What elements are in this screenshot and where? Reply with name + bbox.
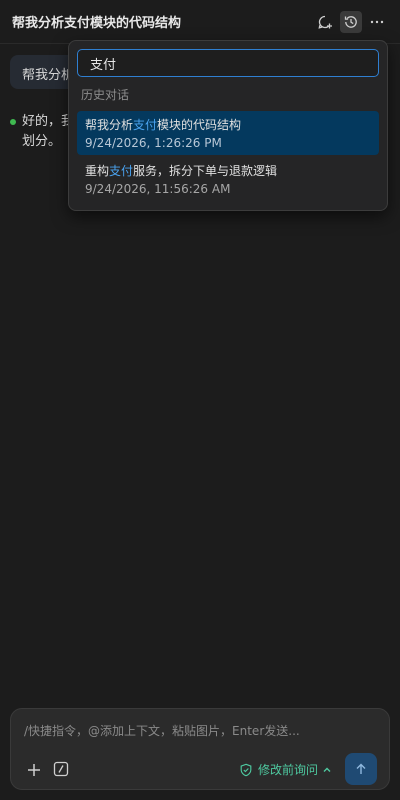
- search-match-highlight: 支付: [109, 164, 134, 178]
- message-composer[interactable]: /快捷指令，@添加上下文，粘贴图片，Enter发送... 修改前询问: [10, 708, 390, 790]
- history-item-title: 重构支付服务，拆分下单与退款逻辑: [85, 164, 278, 178]
- history-icon: [344, 15, 357, 28]
- assistant-message-text: 好的，我 划分。: [22, 112, 74, 152]
- history-item-date: 9/24/2026, 1:26:26 PM: [85, 136, 222, 150]
- slash-command-button[interactable]: [53, 761, 69, 777]
- history-button[interactable]: [340, 10, 362, 33]
- history-search-box[interactable]: [77, 49, 379, 77]
- mode-label: 修改前询问: [258, 763, 319, 777]
- history-item[interactable]: 重构支付服务，拆分下单与退款逻辑 9/24/2026, 11:56:26 AM: [77, 157, 379, 201]
- assistant-line-2: 划分。: [22, 134, 62, 149]
- composer-placeholder[interactable]: /快捷指令，@添加上下文，粘贴图片，Enter发送...: [24, 722, 300, 739]
- plus-icon: [28, 764, 40, 776]
- new-chat-button[interactable]: [314, 11, 336, 33]
- conversation-title: 帮我分析支付模块的代码结构: [12, 16, 182, 31]
- chevron-up-icon: [323, 767, 331, 772]
- history-item-title: 帮我分析支付模块的代码结构: [85, 118, 242, 132]
- top-bar: 帮我分析支付模块的代码结构: [0, 0, 400, 44]
- ask-before-edit-toggle[interactable]: 修改前询问: [239, 761, 337, 778]
- more-horizontal-icon: [370, 20, 384, 23]
- history-search-input[interactable]: [90, 55, 366, 71]
- history-item-date: 9/24/2026, 11:56:26 AM: [85, 182, 231, 196]
- send-button[interactable]: [345, 753, 377, 785]
- shield-check-icon: [240, 763, 252, 776]
- search-match-highlight: 支付: [133, 118, 158, 132]
- more-options-button[interactable]: [366, 11, 388, 33]
- new-chat-icon: [318, 15, 332, 29]
- history-dropdown: 历史对话 帮我分析支付模块的代码结构 9/24/2026, 1:26:26 PM…: [68, 40, 388, 211]
- history-section-label: 历史对话: [81, 88, 130, 102]
- history-item[interactable]: 帮我分析支付模块的代码结构 9/24/2026, 1:26:26 PM: [77, 111, 379, 155]
- status-dot: [10, 119, 16, 125]
- add-attachment-button[interactable]: [25, 761, 43, 779]
- arrow-up-icon: [356, 763, 366, 774]
- assistant-line-1: 好的，我: [22, 114, 75, 129]
- slash-command-icon: [53, 761, 69, 777]
